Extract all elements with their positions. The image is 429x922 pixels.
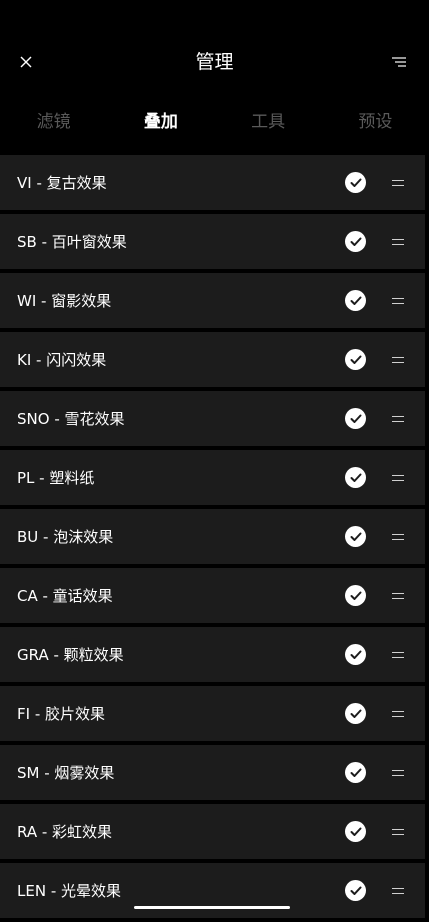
drag-handle-icon[interactable] [392, 473, 406, 483]
item-label: SNO - 雪花效果 [17, 410, 125, 428]
drag-handle-icon[interactable] [392, 827, 406, 837]
tab-bar: 滤镜 叠加 工具 预设 [0, 100, 429, 148]
item-label: GRA - 颗粒效果 [17, 646, 124, 664]
check-icon [350, 414, 361, 423]
list-item[interactable]: SM - 烟雾效果 [0, 745, 425, 800]
drag-handle-icon[interactable] [392, 355, 406, 365]
sort-button[interactable] [389, 52, 409, 72]
checkmark-toggle[interactable] [345, 762, 366, 783]
list-item[interactable]: CA - 童话效果 [0, 568, 425, 623]
item-label: SM - 烟雾效果 [17, 764, 115, 782]
check-icon [350, 178, 361, 187]
item-label: FI - 胶片效果 [17, 705, 106, 723]
list-item[interactable]: VI - 复古效果 [0, 155, 425, 210]
list-item[interactable]: RA - 彩虹效果 [0, 804, 425, 859]
drag-handle-icon[interactable] [392, 237, 406, 247]
drag-handle-icon[interactable] [392, 296, 406, 306]
sort-lines-icon [392, 57, 406, 67]
checkmark-toggle[interactable] [345, 290, 366, 311]
checkmark-toggle[interactable] [345, 703, 366, 724]
drag-handle-icon[interactable] [392, 591, 406, 601]
list-item[interactable]: KI - 闪闪效果 [0, 332, 425, 387]
checkmark-toggle[interactable] [345, 585, 366, 606]
header-bar: 管理 [0, 0, 429, 100]
item-label: SB - 百叶窗效果 [17, 233, 127, 251]
list-item[interactable]: SB - 百叶窗效果 [0, 214, 425, 269]
list-item[interactable]: PL - 塑料纸 [0, 450, 425, 505]
check-icon [350, 591, 361, 600]
check-icon [350, 827, 361, 836]
drag-handle-icon[interactable] [392, 886, 406, 896]
checkmark-toggle[interactable] [345, 349, 366, 370]
check-icon [350, 650, 361, 659]
tab-filters[interactable]: 滤镜 [0, 100, 107, 148]
checkmark-toggle[interactable] [345, 467, 366, 488]
page-title: 管理 [195, 51, 234, 73]
checkmark-toggle[interactable] [345, 408, 366, 429]
item-label: KI - 闪闪效果 [17, 351, 107, 369]
checkmark-toggle[interactable] [345, 172, 366, 193]
checkmark-toggle[interactable] [345, 821, 366, 842]
drag-handle-icon[interactable] [392, 768, 406, 778]
item-label: RA - 彩虹效果 [17, 823, 113, 841]
drag-handle-icon[interactable] [392, 414, 406, 424]
item-label: PL - 塑料纸 [17, 469, 95, 487]
item-label: CA - 童话效果 [17, 587, 113, 605]
checkmark-toggle[interactable] [345, 526, 366, 547]
item-label: VI - 复古效果 [17, 174, 107, 192]
tab-presets[interactable]: 预设 [322, 100, 429, 148]
item-label: WI - 窗影效果 [17, 292, 112, 310]
check-icon [350, 768, 361, 777]
overlay-list: VI - 复古效果 SB - 百叶窗效果 WI - 窗影效果 KI - 闪闪效果 SNO… [0, 155, 425, 922]
tab-overlay[interactable]: 叠加 [107, 100, 214, 148]
check-icon [350, 709, 361, 718]
check-icon [350, 473, 361, 482]
list-item[interactable]: FI - 胶片效果 [0, 686, 425, 741]
tab-tools[interactable]: 工具 [215, 100, 322, 148]
list-item[interactable]: GRA - 颗粒效果 [0, 627, 425, 682]
list-item[interactable]: BU - 泡沫效果 [0, 509, 425, 564]
check-icon [350, 237, 361, 246]
drag-handle-icon[interactable] [392, 709, 406, 719]
drag-handle-icon[interactable] [392, 650, 406, 660]
list-item[interactable]: SNO - 雪花效果 [0, 391, 425, 446]
check-icon [350, 886, 361, 895]
check-icon [350, 296, 361, 305]
list-item[interactable]: WI - 窗影效果 [0, 273, 425, 328]
item-label: BU - 泡沫效果 [17, 528, 114, 546]
drag-handle-icon[interactable] [392, 178, 406, 188]
checkmark-toggle[interactable] [345, 231, 366, 252]
checkmark-toggle[interactable] [345, 880, 366, 901]
list-item[interactable]: LEN - 光晕效果 [0, 863, 425, 918]
item-label: LEN - 光晕效果 [17, 882, 122, 900]
check-icon [350, 355, 361, 364]
drag-handle-icon[interactable] [392, 532, 406, 542]
check-icon [350, 532, 361, 541]
checkmark-toggle[interactable] [345, 644, 366, 665]
